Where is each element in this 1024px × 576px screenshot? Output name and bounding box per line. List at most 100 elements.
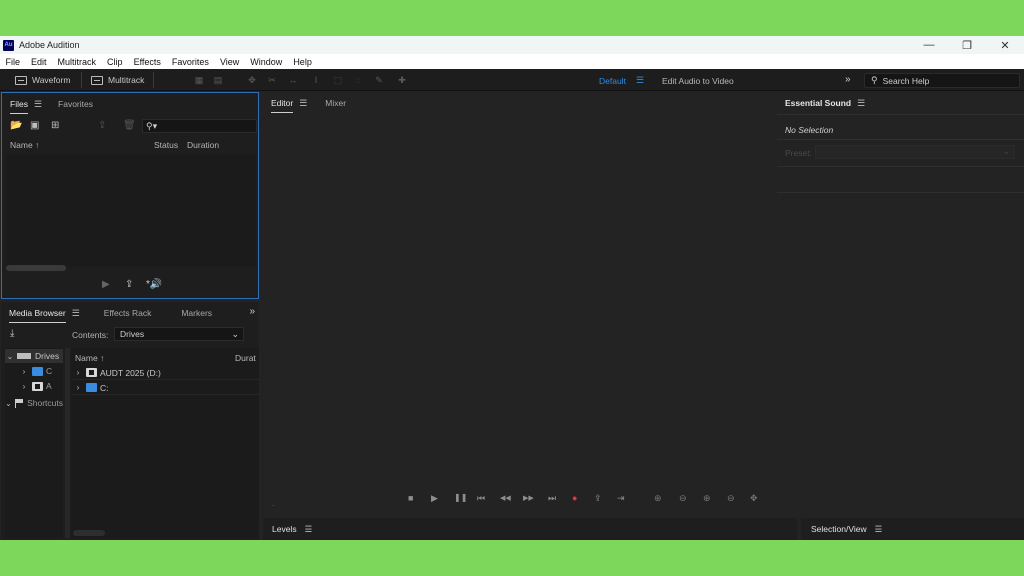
essential-sound-menu-icon[interactable]: ☰ bbox=[857, 98, 865, 109]
workspace-more-icon[interactable]: » bbox=[845, 74, 851, 85]
menu-view[interactable]: View bbox=[214, 57, 244, 67]
new-file-icon[interactable]: ⊞ bbox=[51, 120, 59, 131]
contents-select[interactable]: Drives ⌄ bbox=[114, 327, 244, 341]
razor-tool-icon[interactable]: ✂ bbox=[266, 75, 278, 85]
play-preview-icon[interactable]: ▶ bbox=[102, 279, 110, 290]
minimize-button[interactable]: — bbox=[910, 36, 948, 54]
chevron-down-icon[interactable]: ⌄ bbox=[5, 399, 12, 408]
tab-mixer[interactable]: Mixer bbox=[317, 98, 346, 108]
tab-selection-view[interactable]: Selection/View bbox=[811, 524, 867, 534]
close-file-icon[interactable]: 🗑 bbox=[123, 120, 136, 131]
close-button[interactable]: ✕ bbox=[986, 36, 1024, 54]
chevron-right-icon[interactable]: › bbox=[73, 368, 83, 377]
chevron-down-icon[interactable]: ⌄ bbox=[5, 352, 15, 361]
waveform-icon bbox=[15, 75, 27, 85]
lasso-tool-icon[interactable]: ◌ bbox=[352, 75, 364, 85]
menu-effects[interactable]: Effects bbox=[128, 57, 166, 67]
play-button[interactable]: ▶ bbox=[431, 493, 438, 504]
preset-select[interactable]: ⌄ bbox=[815, 145, 1015, 159]
media-column-name[interactable]: Name ↑ bbox=[75, 353, 104, 363]
skip-selection-button[interactable]: ⇥ bbox=[617, 493, 625, 504]
record-button[interactable]: ● bbox=[572, 493, 577, 503]
workspace-default[interactable]: Default bbox=[599, 76, 626, 86]
search-help-input[interactable]: ⚲ Search Help bbox=[864, 73, 1020, 88]
tree-drive-c[interactable]: › C bbox=[5, 364, 63, 378]
workspace-edit-audio-to-video[interactable]: Edit Audio to Video bbox=[662, 76, 734, 86]
tab-levels[interactable]: Levels bbox=[272, 524, 297, 534]
media-tree[interactable]: ⌄ Drives › C › A ⌄ Shortcuts bbox=[5, 348, 63, 538]
media-file-list[interactable]: Name ↑ Durat › AUDT 2025 (D:) › C: bbox=[71, 348, 259, 538]
time-selection-icon[interactable]: I bbox=[310, 75, 322, 85]
spot-healing-icon[interactable]: ✚ bbox=[396, 75, 408, 85]
column-status[interactable]: Status bbox=[154, 140, 178, 150]
list-item[interactable]: › AUDT 2025 (D:) bbox=[71, 366, 259, 380]
tab-editor[interactable]: Editor bbox=[263, 98, 294, 113]
files-horizontal-scrollbar[interactable] bbox=[6, 265, 66, 271]
go-to-end-button[interactable]: ⏭ bbox=[548, 493, 556, 504]
tree-drives[interactable]: ⌄ Drives bbox=[5, 349, 63, 363]
spectral-frequency-icon[interactable]: ▦ bbox=[193, 75, 205, 85]
column-name[interactable]: Name ↑ bbox=[10, 140, 39, 150]
windows-drive-icon bbox=[86, 383, 97, 392]
media-split-handle[interactable] bbox=[65, 348, 70, 538]
zoom-out-full-icon[interactable]: ✥ bbox=[750, 493, 758, 504]
spectral-pitch-icon[interactable]: ▤ bbox=[212, 75, 224, 85]
move-tool-icon[interactable]: ✥ bbox=[246, 75, 258, 85]
zoom-in-time-icon[interactable]: ⊕ bbox=[703, 493, 711, 504]
import-file-icon[interactable]: ▣ bbox=[30, 120, 39, 131]
autoplay-icon[interactable]: *🔊 bbox=[146, 279, 162, 290]
brush-tool-icon[interactable]: ✎ bbox=[373, 75, 385, 85]
list-item[interactable]: › C: bbox=[71, 381, 259, 395]
pause-button[interactable]: ❚❚ bbox=[454, 493, 467, 502]
fast-forward-button[interactable]: ▶▶ bbox=[523, 494, 534, 502]
restore-button[interactable]: ❐ bbox=[948, 36, 986, 54]
menu-file[interactable]: File bbox=[0, 57, 26, 67]
workspace-menu-icon[interactable]: ☰ bbox=[636, 75, 644, 86]
media-horizontal-scrollbar[interactable] bbox=[73, 530, 105, 536]
stop-button[interactable]: ■ bbox=[408, 493, 413, 503]
zoom-in-amplitude-icon[interactable]: ⊕ bbox=[654, 493, 662, 504]
menu-favorites[interactable]: Favorites bbox=[166, 57, 214, 67]
menu-help[interactable]: Help bbox=[288, 57, 318, 67]
editor-panel-menu-icon[interactable]: ☰ bbox=[299, 98, 307, 109]
tab-favorites[interactable]: Favorites bbox=[50, 99, 93, 109]
menu-clip[interactable]: Clip bbox=[102, 57, 129, 67]
tree-drive-a[interactable]: › A bbox=[5, 379, 63, 393]
chevron-right-icon[interactable]: › bbox=[19, 382, 29, 391]
tab-media-browser[interactable]: Media Browser bbox=[1, 308, 66, 323]
chevron-right-icon[interactable]: › bbox=[19, 367, 29, 376]
go-to-start-button[interactable]: ⏮ bbox=[477, 493, 485, 504]
title-bar: Au Adobe Audition — ❐ ✕ bbox=[0, 36, 1024, 54]
files-list[interactable] bbox=[6, 154, 256, 267]
open-file-icon[interactable]: 📂 bbox=[10, 120, 22, 131]
menu-window[interactable]: Window bbox=[245, 57, 288, 67]
loop-preview-icon[interactable]: ⇪ bbox=[125, 279, 133, 290]
loop-playback-button[interactable]: ⇪ bbox=[594, 493, 602, 504]
column-duration[interactable]: Duration bbox=[187, 140, 219, 150]
zoom-out-amplitude-icon[interactable]: ⊖ bbox=[679, 493, 687, 504]
slip-tool-icon[interactable]: ↔ bbox=[287, 75, 299, 85]
files-panel-menu-icon[interactable]: ☰ bbox=[34, 99, 42, 110]
multitrack-mode-button[interactable]: Multitrack bbox=[86, 72, 154, 88]
selection-view-menu-icon[interactable]: ☰ bbox=[875, 524, 883, 535]
list-item-label: AUDT 2025 (D:) bbox=[100, 367, 161, 378]
files-search-input[interactable]: ⚲▾ bbox=[142, 119, 257, 133]
more-panels-icon[interactable]: » bbox=[249, 306, 255, 317]
tab-files[interactable]: Files bbox=[2, 99, 28, 114]
media-browser-menu-icon[interactable]: ☰ bbox=[72, 308, 80, 319]
tree-shortcuts[interactable]: ⌄ Shortcuts bbox=[5, 396, 63, 410]
menu-edit[interactable]: Edit bbox=[26, 57, 53, 67]
marquee-tool-icon[interactable]: ⬚ bbox=[332, 75, 344, 85]
insert-into-multitrack-icon[interactable]: ⇪ bbox=[98, 120, 106, 131]
levels-menu-icon[interactable]: ☰ bbox=[305, 524, 313, 535]
download-icon[interactable]: ⤓ bbox=[10, 328, 14, 339]
zoom-out-time-icon[interactable]: ⊖ bbox=[727, 493, 735, 504]
tab-effects-rack[interactable]: Effects Rack bbox=[96, 308, 152, 318]
essential-sound-title[interactable]: Essential Sound bbox=[777, 98, 851, 108]
menu-multitrack[interactable]: Multitrack bbox=[52, 57, 102, 67]
chevron-right-icon[interactable]: › bbox=[73, 383, 83, 392]
tab-markers[interactable]: Markers bbox=[173, 308, 212, 318]
waveform-mode-button[interactable]: Waveform bbox=[10, 72, 82, 88]
rewind-button[interactable]: ◀◀ bbox=[500, 494, 511, 502]
media-column-duration[interactable]: Durat bbox=[235, 353, 256, 363]
